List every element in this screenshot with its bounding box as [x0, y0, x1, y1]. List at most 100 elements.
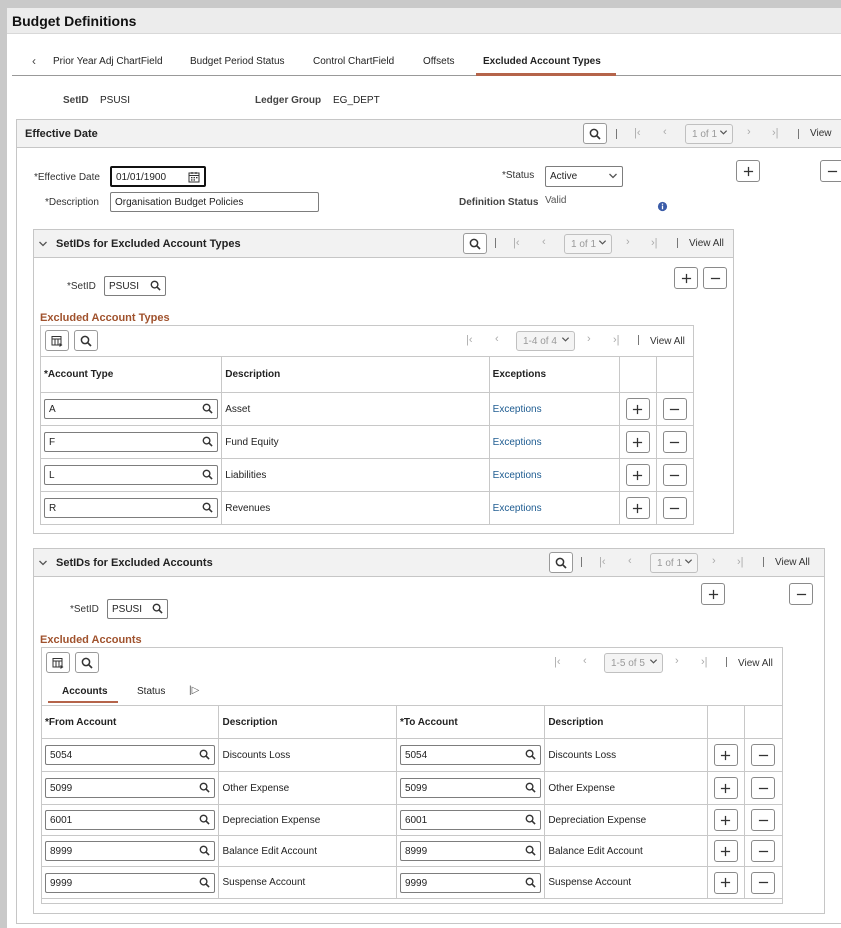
tab-control-chartfield[interactable]: Control ChartField — [313, 56, 394, 67]
setid-input[interactable]: PSUSI — [104, 276, 166, 296]
view-all-link[interactable]: View — [810, 128, 832, 139]
delete-row-button[interactable] — [789, 583, 813, 605]
setid-input[interactable]: PSUSI — [107, 599, 168, 619]
last-icon[interactable]: ›| — [737, 556, 744, 568]
search-button[interactable] — [463, 233, 487, 254]
add-row-button[interactable] — [625, 398, 650, 420]
subtab-status[interactable]: Status — [137, 686, 165, 697]
first-icon[interactable]: |‹ — [599, 556, 606, 568]
exceptions-link[interactable]: Exceptions — [493, 503, 542, 514]
last-icon[interactable]: ›| — [701, 656, 708, 668]
next-icon[interactable]: › — [747, 126, 751, 138]
delete-row-button[interactable] — [662, 464, 687, 486]
add-row-button[interactable] — [701, 583, 725, 605]
last-icon[interactable]: ›| — [772, 127, 779, 139]
search-icon[interactable] — [525, 877, 536, 888]
add-row-button[interactable] — [713, 809, 738, 831]
previous-icon[interactable]: ‹ — [583, 655, 587, 667]
from-account-input[interactable]: 5054 — [45, 745, 216, 765]
account-type-input[interactable]: F — [44, 432, 219, 452]
next-icon[interactable]: › — [675, 655, 679, 667]
previous-icon[interactable]: ‹ — [628, 555, 632, 567]
first-icon[interactable]: |‹ — [466, 334, 473, 346]
from-account-input[interactable]: 8999 — [45, 841, 216, 861]
delete-row-button[interactable] — [751, 840, 776, 862]
tab-prior-year-adj-chartfield[interactable]: Prior Year Adj ChartField — [53, 56, 163, 67]
search-icon[interactable] — [199, 782, 210, 793]
info-icon[interactable] — [657, 201, 668, 212]
search-icon[interactable] — [202, 403, 213, 414]
row-pager[interactable]: 1 of 1 — [685, 124, 733, 144]
search-icon[interactable] — [199, 845, 210, 856]
add-row-button[interactable] — [736, 160, 760, 182]
tab-offsets[interactable]: Offsets — [423, 56, 455, 67]
delete-row-button[interactable] — [703, 267, 727, 289]
chevron-left-icon[interactable]: ‹ — [32, 54, 36, 68]
calendar-icon[interactable] — [188, 171, 200, 183]
delete-row-button[interactable] — [662, 497, 687, 519]
next-icon[interactable]: › — [712, 555, 716, 567]
next-icon[interactable]: › — [587, 333, 591, 345]
add-row-button[interactable] — [625, 464, 650, 486]
search-button[interactable] — [583, 123, 607, 144]
add-row-button[interactable] — [713, 744, 738, 766]
from-account-input[interactable]: 6001 — [45, 810, 216, 830]
search-button[interactable] — [549, 552, 573, 573]
account-type-input[interactable]: A — [44, 399, 219, 419]
to-account-input[interactable]: 5054 — [399, 745, 542, 765]
add-row-button[interactable] — [674, 267, 698, 289]
first-icon[interactable]: |‹ — [554, 656, 561, 668]
account-type-input[interactable]: L — [44, 465, 219, 485]
view-all-link[interactable]: View All — [738, 658, 773, 669]
grid-pager[interactable]: 1-5 of 5 — [604, 653, 663, 673]
grid-pager[interactable]: 1-4 of 4 — [516, 331, 575, 351]
from-account-input[interactable]: 5099 — [45, 778, 216, 798]
search-icon[interactable] — [525, 749, 536, 760]
delete-row-button[interactable] — [751, 744, 776, 766]
show-all-columns-icon[interactable]: |▷ — [189, 685, 199, 696]
row-pager[interactable]: 1 of 1 — [564, 234, 612, 254]
status-select[interactable]: Active — [545, 166, 623, 187]
chevron-down-icon[interactable] — [38, 239, 48, 249]
to-account-input[interactable]: 5099 — [399, 778, 542, 798]
search-icon[interactable] — [525, 845, 536, 856]
delete-row-button[interactable] — [820, 160, 841, 182]
to-account-input[interactable]: 6001 — [399, 810, 542, 830]
add-row-button[interactable] — [625, 431, 650, 453]
search-icon[interactable] — [202, 436, 213, 447]
search-icon[interactable] — [202, 469, 213, 480]
previous-icon[interactable]: ‹ — [495, 333, 499, 345]
search-icon[interactable] — [152, 603, 163, 614]
account-type-input[interactable]: R — [44, 498, 219, 518]
add-row-button[interactable] — [625, 497, 650, 519]
view-all-link[interactable]: View All — [775, 557, 810, 568]
personalize-grid-button[interactable] — [46, 652, 70, 673]
from-account-input[interactable]: 9999 — [45, 872, 216, 893]
subtab-accounts[interactable]: Accounts — [62, 686, 108, 697]
next-icon[interactable]: › — [626, 236, 630, 248]
last-icon[interactable]: ›| — [651, 237, 658, 249]
row-pager[interactable]: 1 of 1 — [650, 553, 698, 573]
delete-row-button[interactable] — [751, 777, 776, 799]
delete-row-button[interactable] — [662, 398, 687, 420]
previous-icon[interactable]: ‹ — [663, 126, 667, 138]
first-icon[interactable]: |‹ — [513, 237, 520, 249]
search-icon[interactable] — [150, 280, 161, 291]
find-button[interactable] — [74, 330, 98, 351]
search-icon[interactable] — [199, 814, 210, 825]
first-icon[interactable]: |‹ — [634, 127, 641, 139]
tab-excluded-account-types[interactable]: Excluded Account Types — [483, 56, 601, 67]
search-icon[interactable] — [199, 749, 210, 760]
find-button[interactable] — [75, 652, 99, 673]
add-row-button[interactable] — [713, 871, 738, 894]
exceptions-link[interactable]: Exceptions — [493, 437, 542, 448]
effective-date-input[interactable]: 01/01/1900 — [110, 166, 206, 187]
search-icon[interactable] — [202, 502, 213, 513]
delete-row-button[interactable] — [751, 809, 776, 831]
search-icon[interactable] — [525, 782, 536, 793]
description-input[interactable]: Organisation Budget Policies — [110, 192, 319, 212]
to-account-input[interactable]: 9999 — [399, 872, 542, 893]
to-account-input[interactable]: 8999 — [399, 841, 542, 861]
chevron-down-icon[interactable] — [38, 558, 48, 568]
previous-icon[interactable]: ‹ — [542, 236, 546, 248]
